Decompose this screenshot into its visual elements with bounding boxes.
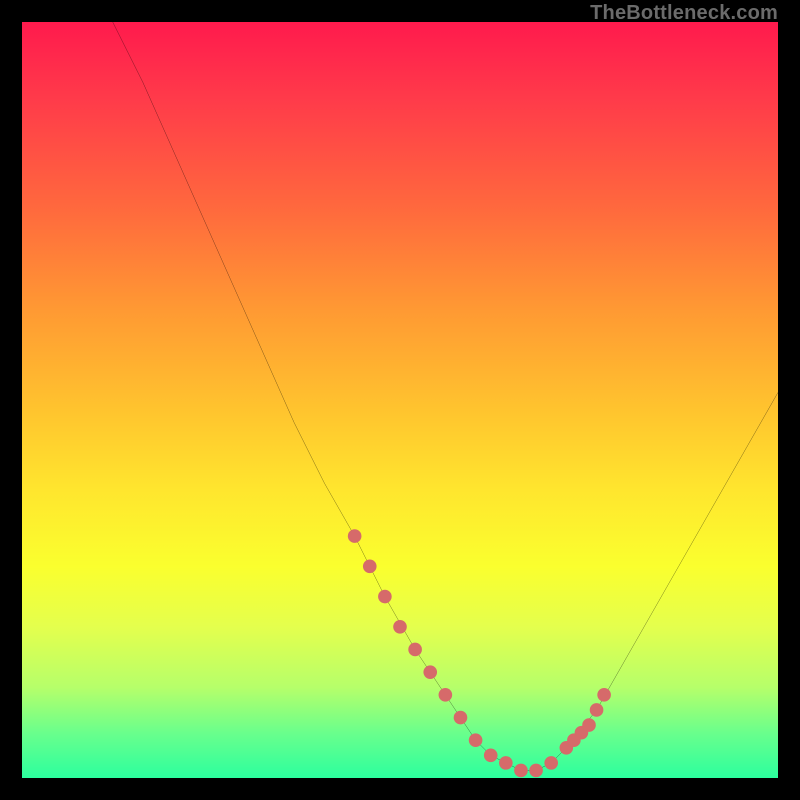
marker-dot bbox=[499, 756, 513, 770]
marker-dot bbox=[582, 718, 596, 732]
marker-dot bbox=[469, 733, 483, 747]
marker-dot bbox=[597, 688, 611, 702]
curve-line bbox=[113, 22, 778, 770]
marker-dot bbox=[393, 620, 407, 634]
marker-dot bbox=[423, 665, 437, 679]
marker-dot bbox=[378, 590, 392, 604]
marker-dot bbox=[529, 764, 543, 778]
marker-dot bbox=[439, 688, 453, 702]
marker-dot bbox=[454, 711, 468, 725]
bottleneck-curve bbox=[113, 22, 778, 770]
watermark-text: TheBottleneck.com bbox=[590, 2, 778, 25]
marker-dot bbox=[514, 764, 528, 778]
marker-dot bbox=[590, 703, 604, 717]
highlight-markers bbox=[348, 529, 611, 777]
marker-dot bbox=[363, 560, 377, 574]
marker-dot bbox=[544, 756, 558, 770]
marker-dot bbox=[408, 643, 422, 657]
chart-frame: TheBottleneck.com bbox=[0, 0, 800, 800]
marker-dot bbox=[348, 529, 362, 543]
marker-dot bbox=[484, 749, 498, 763]
chart-svg bbox=[22, 22, 778, 778]
